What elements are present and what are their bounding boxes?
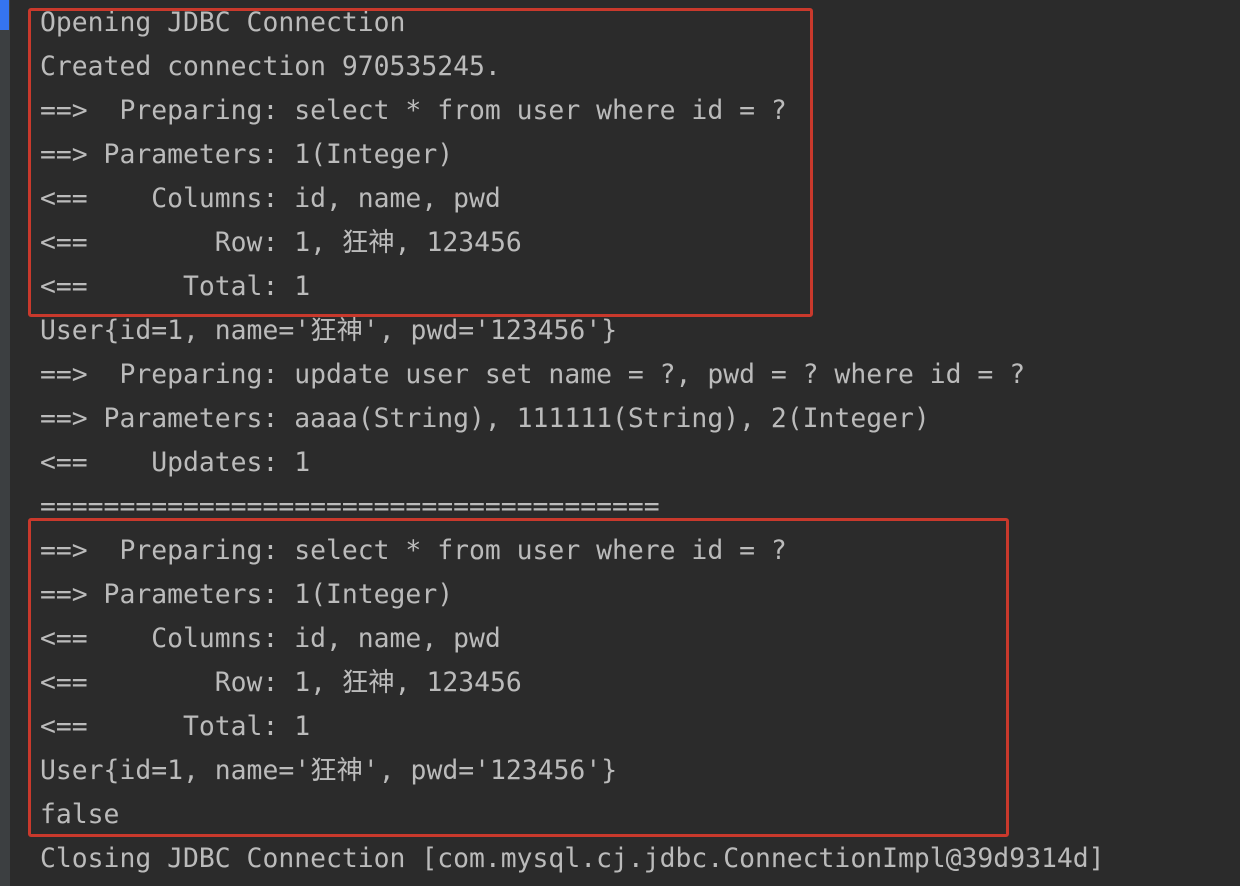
editor-gutter — [0, 0, 10, 886]
highlight-box-first-query — [28, 8, 813, 317]
console-line: ==> Parameters: aaaa(String), 111111(Str… — [40, 403, 930, 434]
console-line: <== Updates: 1 — [40, 447, 311, 478]
console-line: Closing JDBC Connection [com.mysql.cj.jd… — [40, 843, 1105, 874]
console-line: ==> Preparing: update user set name = ?,… — [40, 359, 1026, 390]
gutter-active-marker — [0, 0, 9, 30]
highlight-box-second-query — [28, 518, 1009, 837]
